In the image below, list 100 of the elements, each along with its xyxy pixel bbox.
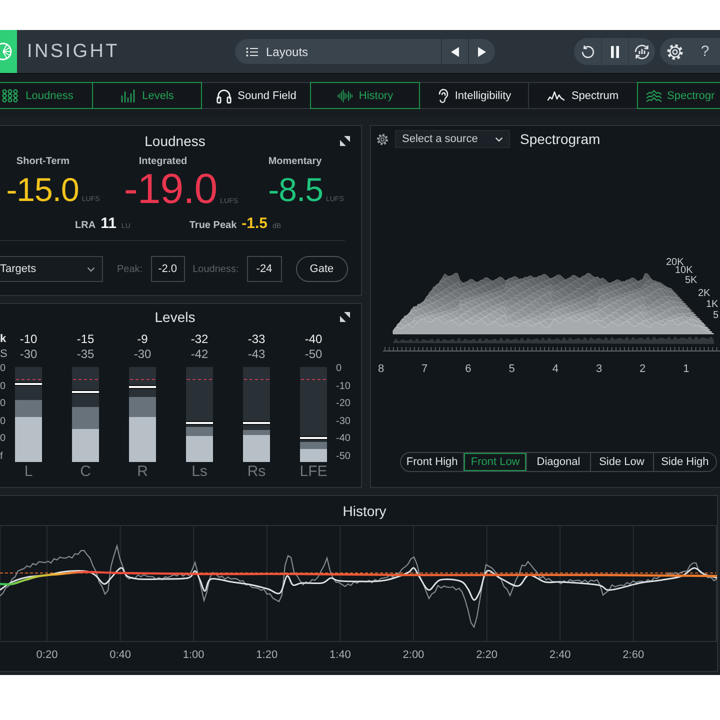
time-label: 7 [422,363,428,375]
ear-icon [436,88,449,104]
meter-tab[interactable]: Levels [92,82,202,109]
frequency-label: 5K [685,275,698,286]
time-label: 1:20 [256,649,278,661]
headphones-icon [216,88,232,104]
scale-label: 0 [0,399,6,410]
scale-label: 0 [0,434,6,444]
zigzag-line-icon [547,90,566,102]
scale-label: -20 [336,399,350,410]
time-label: 8 [378,363,384,375]
scale-label: f [0,452,3,462]
time-label: 4 [552,363,558,375]
time-label: 1 [683,363,690,375]
time-label: 0:20 [36,649,58,661]
stacked-peaks-icon [646,88,662,102]
help-button[interactable]: ? [690,38,720,65]
left-triangle-icon [450,46,460,58]
panel-title: History [342,502,386,518]
channel-label: C [80,462,91,482]
view-button[interactable]: Front High [401,453,464,471]
scale-label: -30 [336,416,350,427]
channel-reading: -50 [304,347,322,362]
loudness-value: -8.5 [268,172,323,206]
channel-label: Rs [247,462,266,482]
time-label: 2:20 [476,649,498,661]
channel-reading: -10 [20,332,38,347]
time-label: 5 [508,363,515,375]
channel-label: Ls [192,462,208,482]
time-label: 6 [465,363,472,375]
channel-reading: -35 [76,347,94,362]
field-label: Loudness: [192,264,239,274]
stat-value: -1.5 [242,215,268,232]
right-triangle-icon [477,46,487,58]
channel-reading: -33 [248,332,266,347]
scale-label: -50 [336,452,350,462]
view-button[interactable]: Diagonal [526,453,590,471]
stat-label: True Peak [189,220,237,231]
stat-value: 11 [100,215,116,232]
meter-tab[interactable]: History [310,82,420,109]
meter-tab[interactable]: Spectrogr [637,82,720,109]
layouts-button[interactable]: Layouts [235,39,441,64]
scale-label: -40 [336,434,350,444]
waveform-icon [336,88,353,102]
time-label: 3 [596,363,602,375]
meter-label: Integrated [138,156,188,168]
channel-label: R [137,462,148,482]
view-button[interactable]: Side Low [590,453,653,471]
scale-label: 0 [0,364,6,374]
scale-label: 0 [336,364,342,374]
stat-label: LRA [75,220,96,231]
frequency-label: 5 [713,310,719,321]
channel-reading: -9 [137,332,148,347]
bars-icon [120,88,136,102]
meter-tab[interactable]: Spectrum [528,82,638,109]
field-label: Peak: [117,264,143,274]
meter-tab[interactable]: Sound Field [201,82,311,109]
peak-field[interactable]: -2.0 [150,256,185,282]
channel-reading: -42 [190,347,208,362]
channel-reading: -40 [304,332,322,347]
channel-reading: -32 [190,332,208,347]
view-button[interactable]: Front Low [463,453,526,471]
view-button[interactable]: Side High [652,453,716,471]
expand-icon[interactable] [340,312,350,322]
meter-tab[interactable]: Intelligibility [419,82,529,109]
meter-tab[interactable]: Loudness [0,82,93,109]
circle-grid-icon [2,88,20,102]
app-title: INSIGHT [27,40,120,62]
time-label: 0:40 [110,649,131,661]
channel-reading: -15 [76,332,94,347]
meter-label: Momentary [268,156,322,168]
channel-reading: -30 [20,347,38,362]
circular-arrow-icon [580,44,596,60]
loudness-field[interactable]: -24 [246,256,282,282]
time-label: 2:60 [622,649,644,661]
channel-label: LFE [300,462,328,482]
scale-label: -10 [336,382,350,392]
chevron-down-icon [87,266,95,272]
time-label: 2:40 [549,649,571,661]
loudness-value: -15.0 [6,172,79,206]
scale-label: 0 [0,382,6,392]
frequency-label: 10K [675,265,693,276]
scale-label: 0 [0,416,6,427]
panel-title: Spectrogram [520,131,600,147]
expand-icon[interactable] [340,136,350,146]
source-dropdown[interactable]: Select a source [395,130,510,148]
time-label: 2 [640,363,646,375]
row-label: k [0,332,6,347]
settings-icon[interactable] [376,132,389,146]
row-label: S [0,347,6,362]
channel-label: L [24,462,33,482]
circular-arrows-icon [633,42,651,60]
time-label: 1:40 [329,649,351,661]
settings-icon [666,42,684,60]
time-label: 2:00 [402,649,424,661]
gate-button[interactable]: Gate [296,256,348,282]
targets-dropdown[interactable]: Targets [0,256,103,282]
channel-reading: -43 [248,347,266,362]
frequency-label: 1K [706,299,718,310]
loudness-value: -19.0 [124,168,218,210]
